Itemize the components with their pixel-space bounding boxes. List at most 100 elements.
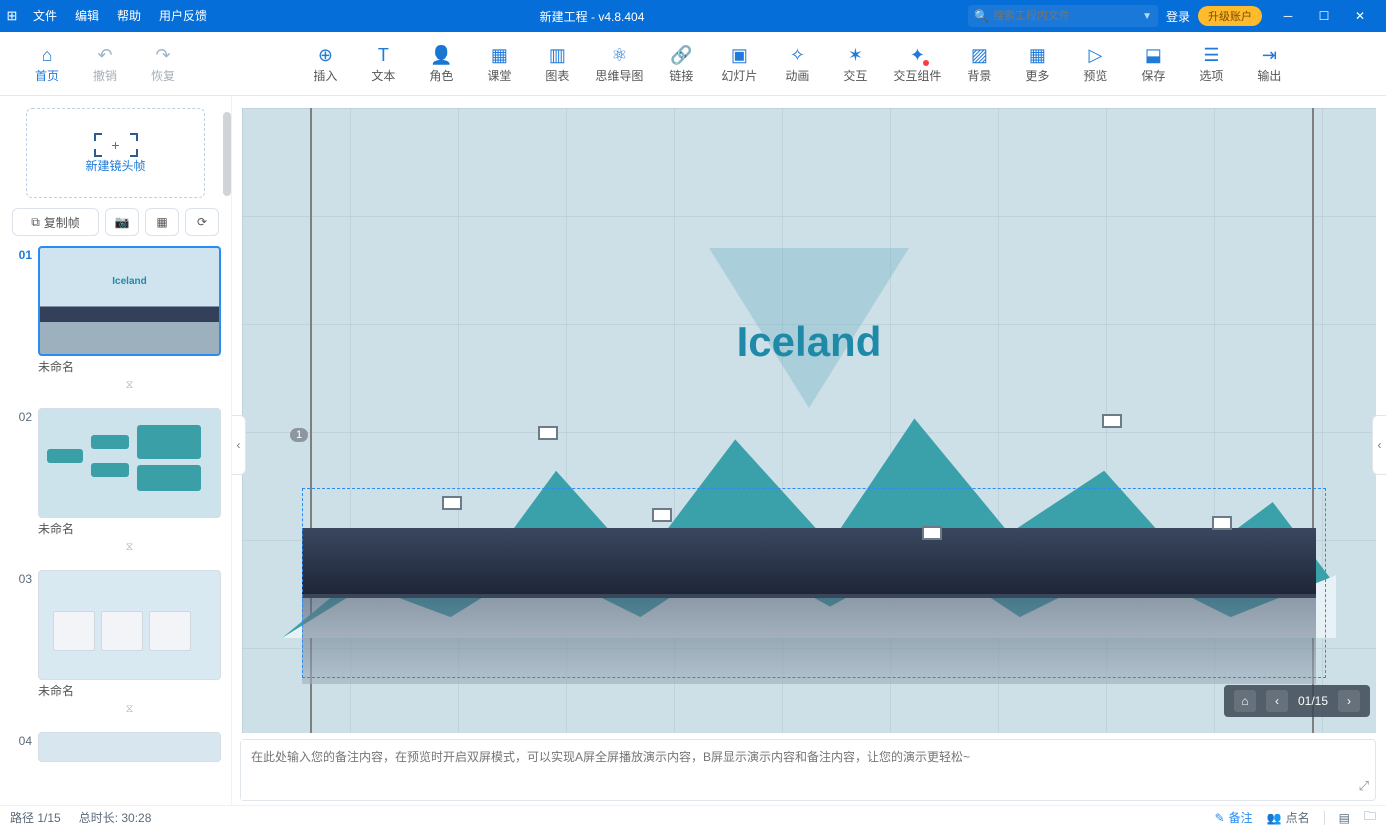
remark-button[interactable]: ✎备注 — [1215, 809, 1253, 826]
layout-icon[interactable]: ▤ — [1339, 811, 1350, 825]
copy-icon: ⧉ — [31, 215, 40, 230]
interact-component-button[interactable]: ✦交互组件 — [884, 34, 950, 94]
login-link[interactable]: 登录 — [1166, 8, 1190, 25]
more-button[interactable]: ▦更多 — [1008, 34, 1066, 94]
title-bar: ⊞ 文件 编辑 帮助 用户反馈 新建工程 - v4.8.404 🔍 ▼ 登录 升… — [0, 0, 1386, 32]
export-icon: ⇥ — [1262, 43, 1277, 67]
rollcall-button[interactable]: 👥点名 — [1267, 809, 1310, 826]
home-button[interactable]: ⌂首页 — [18, 34, 76, 94]
preview-button[interactable]: ▷预览 — [1066, 34, 1124, 94]
slide-thumb-4[interactable]: 04 — [10, 732, 221, 762]
mindmap-button[interactable]: ⚛思维导图 — [586, 34, 652, 94]
expand-notes-button[interactable]: ⤢ — [1359, 778, 1369, 794]
new-frame-label: 新建镜头帧 — [85, 157, 145, 174]
menu-edit[interactable]: 编辑 — [66, 0, 108, 32]
redo-button[interactable]: ↷恢复 — [134, 34, 192, 94]
search-input[interactable] — [993, 10, 1142, 22]
menu-feedback[interactable]: 用户反馈 — [150, 0, 216, 32]
slide-thumb-1[interactable]: 01 Iceland 未命名 ⧖ — [10, 246, 221, 402]
app-logo-icon: ⊞ — [0, 8, 24, 24]
camera-tool-button[interactable]: 📷 — [105, 208, 139, 236]
stage[interactable]: Iceland 1 — [242, 108, 1376, 733]
person-icon: 👤 — [430, 43, 452, 67]
notes-input[interactable] — [241, 740, 1335, 800]
minimize-button[interactable]: ─ — [1270, 0, 1306, 32]
open-rightpanel-button[interactable]: ‹ — [1372, 415, 1386, 475]
role-button[interactable]: 👤角色 — [412, 34, 470, 94]
menu-help[interactable]: 帮助 — [108, 0, 150, 32]
chevron-down-icon[interactable]: ▼ — [1142, 11, 1152, 22]
slide-thumb-3[interactable]: 03 未命名 ⧖ — [10, 570, 221, 726]
slide-number: 01 — [10, 246, 32, 262]
maximize-button[interactable]: ☐ — [1306, 0, 1342, 32]
frame-marker[interactable] — [442, 496, 462, 510]
timer-icon: ⧖ — [38, 541, 221, 554]
frame-badge: 1 — [290, 428, 308, 442]
background-icon: ▨ — [971, 43, 988, 67]
new-frame-button[interactable]: + 新建镜头帧 — [26, 108, 205, 198]
close-button[interactable]: ✕ — [1342, 0, 1378, 32]
class-button[interactable]: ▦课堂 — [470, 34, 528, 94]
canvas-area[interactable]: Iceland 1 — [232, 96, 1386, 733]
note-icon: ✎ — [1215, 811, 1225, 825]
menu-bar: 文件 编辑 帮助 用户反馈 — [24, 0, 216, 32]
search-box[interactable]: 🔍 ▼ — [968, 5, 1158, 27]
frame-marker[interactable] — [922, 526, 942, 540]
status-path: 路径 1/15 — [10, 809, 61, 826]
canvas-title[interactable]: Iceland — [737, 318, 882, 366]
frame-marker[interactable] — [538, 426, 558, 440]
slide-number: 03 — [10, 570, 32, 586]
copy-frame-button[interactable]: ⧉复制帧 — [12, 208, 99, 236]
slide-preview — [38, 570, 221, 680]
selection-box[interactable] — [302, 488, 1326, 678]
insert-button[interactable]: ⊕插入 — [296, 34, 354, 94]
search-icon: 🔍 — [974, 9, 989, 23]
redo-icon: ↷ — [155, 43, 170, 67]
slide-number: 04 — [10, 732, 32, 748]
class-icon: ▦ — [491, 43, 508, 67]
main-toolbar: ⌂首页 ↶撤销 ↷恢复 ⊕插入 T文本 👤角色 ▦课堂 ▥图表 ⚛思维导图 🔗链… — [0, 32, 1386, 96]
slide-button[interactable]: ▣幻灯片 — [710, 34, 768, 94]
slide-icon: ▣ — [731, 43, 748, 67]
frame-marker[interactable] — [1212, 516, 1232, 530]
upgrade-button[interactable]: 升级账户 — [1198, 6, 1262, 26]
scrollbar[interactable] — [223, 112, 231, 196]
slide-preview — [38, 732, 221, 762]
slide-caption: 未命名 — [38, 682, 221, 699]
background-button[interactable]: ▨背景 — [950, 34, 1008, 94]
slide-caption: 未命名 — [38, 358, 221, 375]
window-title: 新建工程 - v4.8.404 — [216, 8, 968, 25]
nav-prev-button[interactable]: ‹ — [1266, 690, 1288, 712]
slide-caption: 未命名 — [38, 520, 221, 537]
animation-button[interactable]: ✧动画 — [768, 34, 826, 94]
undo-icon: ↶ — [97, 43, 112, 67]
nav-home-button[interactable]: ⌂ — [1234, 690, 1256, 712]
interact-button[interactable]: ✶交互 — [826, 34, 884, 94]
path-icon: ⟳ — [197, 215, 207, 229]
options-button[interactable]: ☰选项 — [1182, 34, 1240, 94]
nav-counter: 01/15 — [1298, 694, 1328, 708]
people-icon: 👥 — [1267, 811, 1282, 825]
undo-button[interactable]: ↶撤销 — [76, 34, 134, 94]
slide-preview — [38, 408, 221, 518]
path-tool-button[interactable]: ⟳ — [185, 208, 219, 236]
collapse-sidebar-button[interactable]: ‹ — [232, 415, 246, 475]
save-icon: ⬓ — [1145, 43, 1162, 67]
frame-marker[interactable] — [1102, 414, 1122, 428]
play-icon: ▷ — [1088, 43, 1102, 67]
folder-icon[interactable]: 🗀 — [1364, 807, 1376, 828]
slide-thumb-2[interactable]: 02 未命名 ⧖ — [10, 408, 221, 564]
menu-file[interactable]: 文件 — [24, 0, 66, 32]
nav-next-button[interactable]: › — [1338, 690, 1360, 712]
text-button[interactable]: T文本 — [354, 34, 412, 94]
frame-marker[interactable] — [652, 508, 672, 522]
link-button[interactable]: 🔗链接 — [652, 34, 710, 94]
notes-panel: ⤢ — [240, 739, 1376, 801]
save-button[interactable]: ⬓保存 — [1124, 34, 1182, 94]
timer-icon: ⧖ — [38, 379, 221, 392]
qr-tool-button[interactable]: ▦ — [145, 208, 179, 236]
output-button[interactable]: ⇥输出 — [1240, 34, 1298, 94]
chart-button[interactable]: ▥图表 — [528, 34, 586, 94]
home-icon: ⌂ — [42, 43, 53, 67]
text-icon: T — [378, 43, 389, 67]
